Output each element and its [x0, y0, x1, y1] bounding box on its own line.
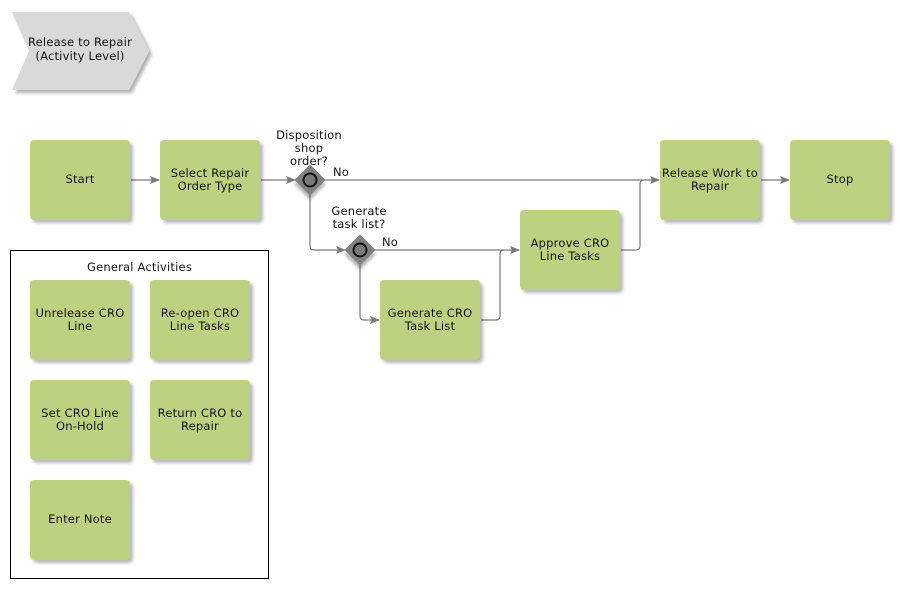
- task-enter-note[interactable]: Enter Note: [30, 480, 130, 560]
- gateway-generate-task-list[interactable]: [344, 234, 376, 266]
- task-release-work-to-repair[interactable]: Release Work to Repair: [660, 140, 760, 220]
- task-label: Return CRO to Repair: [157, 405, 243, 433]
- general-activities-title: General Activities: [86, 260, 193, 274]
- gateway-generate-question: Generate task list?: [331, 204, 387, 231]
- task-stop[interactable]: Stop: [790, 140, 890, 220]
- gateway-disposition-no-label: No: [333, 165, 350, 179]
- task-label: Unrelease CRO Line: [35, 305, 125, 333]
- task-reopen-cro-line-tasks[interactable]: Re-open CRO Line Tasks: [150, 280, 250, 360]
- gateway-generate-no-label: No: [382, 235, 399, 249]
- task-label: Set CRO Line On-Hold: [41, 405, 119, 433]
- gateway-disposition[interactable]: [294, 164, 326, 196]
- task-label: Enter Note: [48, 512, 112, 527]
- task-return-cro-to-repair[interactable]: Return CRO to Repair: [150, 380, 250, 460]
- task-label: Approve CRO Line Tasks: [530, 235, 610, 263]
- task-label: Generate CRO Task List: [387, 305, 473, 333]
- task-label: Stop: [826, 172, 854, 187]
- gateway-disposition-question: Disposition shop order?: [276, 128, 342, 168]
- task-generate-cro-task-list[interactable]: Generate CRO Task List: [380, 280, 480, 360]
- task-start[interactable]: Start: [30, 140, 130, 220]
- flow-generate-task-to-approve: [481, 249, 505, 321]
- task-approve-cro-line-tasks[interactable]: Approve CRO Line Tasks: [520, 210, 620, 290]
- task-set-cro-line-on-hold[interactable]: Set CRO Line On-Hold: [30, 380, 130, 460]
- task-select-repair-order-type[interactable]: Select Repair Order Type: [160, 140, 260, 220]
- process-title: Release to Repair (Activity Level): [27, 35, 132, 63]
- task-unrelease-cro-line[interactable]: Unrelease CRO Line: [30, 280, 130, 360]
- task-label: Select Repair Order Type: [170, 165, 250, 193]
- task-label: Start: [65, 172, 95, 187]
- flow-approve-to-release: [621, 179, 645, 251]
- flow-generate-gateway-to-generate-task: [359, 265, 380, 324]
- task-label: Release Work to Repair: [662, 165, 758, 193]
- task-label: Re-open CRO Line Tasks: [160, 305, 240, 333]
